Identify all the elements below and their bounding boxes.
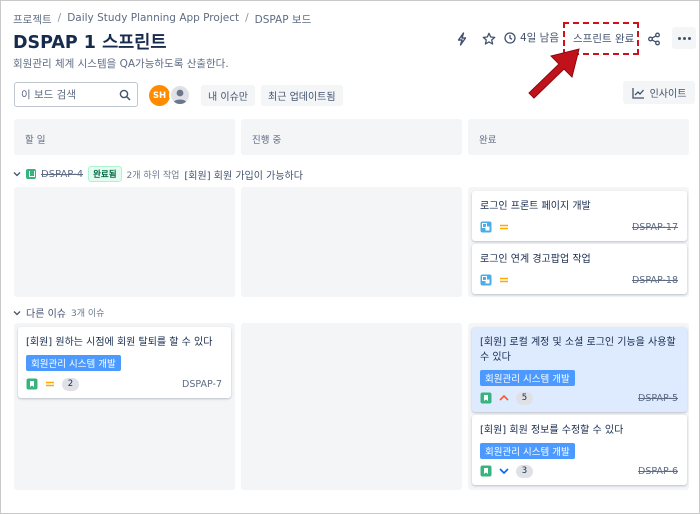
insights-button[interactable]: 인사이트 — [623, 81, 695, 104]
issue-key[interactable]: DSPAP-18 — [632, 275, 678, 286]
avatar-unassigned[interactable] — [169, 84, 191, 106]
column-todo: 할 일 — [14, 119, 235, 155]
user-icon — [173, 89, 187, 104]
issue-card[interactable]: [회원] 회원 정보를 수정할 수 있다 회원관리 시스템 개발 3 DSPAP… — [472, 415, 687, 485]
lane-in-progress — [241, 187, 462, 297]
column-done: 완료 — [468, 119, 689, 155]
card-title: 로그인 연계 경고팝업 작업 — [480, 254, 591, 265]
column-in-progress: 진행 중 — [241, 119, 462, 155]
breadcrumb-separator: / — [57, 12, 62, 24]
issue-card[interactable]: 로그인 프론트 페이지 개발 DSPAP-17 — [472, 191, 687, 241]
card-title: [회원] 로컬 계정 및 소셜 로그인 기능을 사용할 수 있다 — [480, 337, 676, 363]
epic-label[interactable]: 회원관리 시스템 개발 — [26, 355, 121, 371]
board-search-input[interactable]: 이 보드 검색 — [14, 82, 138, 107]
more-actions-button[interactable] — [672, 27, 696, 49]
status-badge: 완료됨 — [88, 166, 122, 182]
priority-medium-icon — [500, 277, 508, 283]
sprint-board: 프로젝트 / Daily Study Planning App Project … — [0, 0, 700, 514]
chevron-down-icon — [13, 172, 21, 177]
card-footer: 5 DSPAP-5 — [480, 391, 678, 405]
card-title: [회원] 원하는 시점에 회원 탈퇴를 할 수 있다 — [26, 337, 213, 348]
story-points-badge: 3 — [516, 464, 533, 478]
priority-medium-icon — [46, 381, 54, 387]
card-footer: 3 DSPAP-6 — [480, 464, 678, 478]
issue-key[interactable]: DSPAP-17 — [632, 222, 678, 233]
story-icon — [26, 378, 38, 390]
card-title: [회원] 회원 정보를 수정할 수 있다 — [480, 425, 624, 436]
priority-low-icon — [499, 468, 509, 475]
dot-icon — [677, 36, 681, 40]
breadcrumb-projects[interactable]: 프로젝트 — [13, 12, 52, 27]
recently-updated-filter[interactable]: 최근 업데이트됨 — [261, 85, 343, 106]
card-footer: 2 DSPAP-7 — [26, 377, 222, 391]
search-placeholder: 이 보드 검색 — [21, 89, 76, 101]
story-icon — [480, 392, 492, 404]
card-title: 로그인 프론트 페이지 개발 — [480, 201, 591, 212]
chevron-down-icon — [13, 310, 21, 315]
insights-label: 인사이트 — [649, 89, 687, 100]
issue-card[interactable]: [회원] 원하는 시점에 회원 탈퇴를 할 수 있다 회원관리 시스템 개발 2… — [18, 327, 231, 398]
my-issues-filter[interactable]: 내 이슈만 — [201, 85, 255, 106]
clock-icon — [504, 31, 516, 44]
lightning-icon[interactable] — [452, 29, 472, 49]
breadcrumb-board[interactable]: DSPAP 보드 — [255, 12, 312, 27]
breadcrumb-project[interactable]: Daily Study Planning App Project — [67, 12, 239, 27]
issue-card[interactable]: 로그인 연계 경고팝업 작업 DSPAP-18 — [472, 244, 687, 294]
page-title: DSPAP 1 스프린트 — [13, 33, 167, 53]
issue-key[interactable]: DSPAP-5 — [638, 393, 678, 404]
story-icon — [480, 465, 492, 477]
story-points-badge: 2 — [62, 377, 79, 391]
breadcrumb-separator: / — [245, 12, 249, 24]
issue-card-selected[interactable]: [회원] 로컬 계정 및 소셜 로그인 기능을 사용할 수 있다 회원관리 시스… — [472, 327, 687, 412]
other-issues-label: 다른 이슈 — [26, 309, 66, 320]
issue-key[interactable]: DSPAP-6 — [638, 466, 678, 477]
epic-label[interactable]: 회원관리 시스템 개발 — [480, 370, 575, 386]
card-footer: DSPAP-18 — [480, 273, 678, 287]
card-footer: DSPAP-17 — [480, 220, 678, 234]
subtask-icon — [480, 274, 492, 286]
avatar[interactable]: SH — [149, 85, 170, 106]
lane-todo — [14, 187, 235, 297]
dot-icon — [682, 36, 686, 40]
story-points-badge: 5 — [516, 391, 533, 405]
swimlane-header[interactable]: DSPAP-4 완료됨 2개 하위 작업 [회원] 회원 가입이 가능하다 — [13, 166, 303, 182]
other-issues-count: 3개 이슈 — [70, 309, 105, 319]
subtask-icon — [480, 221, 492, 233]
priority-high-icon — [499, 394, 509, 401]
share-icon[interactable] — [644, 29, 664, 49]
swimlane-header-other[interactable]: 다른 이슈 3개 이슈 — [13, 305, 104, 320]
parent-issue-title: [회원] 회원 가입이 가능하다 — [184, 170, 303, 182]
epic-label[interactable]: 회원관리 시스템 개발 — [480, 443, 575, 459]
issue-key[interactable]: DSPAP-7 — [182, 379, 222, 390]
chart-icon — [631, 87, 644, 99]
sprint-goal: 회원관리 체계 시스템을 QA가능하도록 산출한다. — [13, 58, 229, 70]
red-arrow-annotation — [528, 48, 580, 99]
lane-in-progress — [241, 323, 462, 490]
dot-icon — [687, 36, 691, 40]
breadcrumb: 프로젝트 / Daily Study Planning App Project … — [13, 12, 311, 27]
star-icon[interactable] — [479, 29, 499, 49]
story-icon — [26, 169, 36, 179]
subtask-count: 2개 하위 작업 — [126, 170, 180, 181]
parent-issue-key[interactable]: DSPAP-4 — [41, 169, 83, 180]
priority-medium-icon — [500, 224, 508, 230]
search-icon — [119, 89, 131, 101]
